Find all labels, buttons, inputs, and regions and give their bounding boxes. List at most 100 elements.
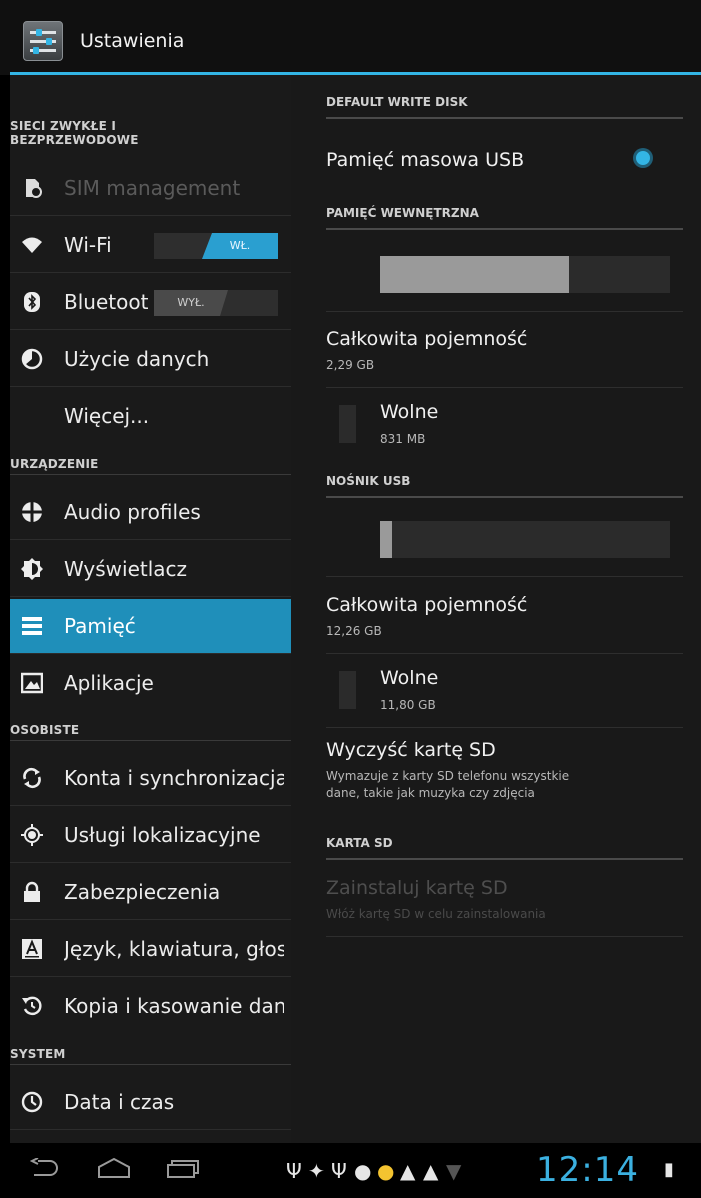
- internal-free-swatch: [339, 405, 356, 443]
- sidebar-item-label: Data i czas: [64, 1090, 175, 1114]
- sidebar-item-label: Więcej...: [64, 404, 150, 428]
- status-clock: 12:14: [536, 1150, 639, 1190]
- storage-details-pane: DEFAULT WRITE DISK Pamięć masowa USB PAM…: [291, 75, 701, 1143]
- sync-icon: [23, 767, 41, 789]
- data-usage-icon: [21, 348, 43, 370]
- settings-category-list: SIECI ZWYKŁE I BEZPRZEWODOWE SIM managem…: [10, 75, 291, 1143]
- usb-storage-usage-bar: [380, 521, 670, 558]
- erase-sd-card-desc-line2: dane, takie jak muzyka czy zdjęcia: [326, 786, 535, 800]
- clock-icon: [21, 1091, 43, 1113]
- usb-total-capacity-label[interactable]: Całkowita pojemność: [326, 594, 527, 616]
- android-debug-icon: ✦: [308, 1159, 325, 1183]
- action-bar: Ustawienia: [0, 0, 701, 75]
- sidebar-item-label: Wyświetlacz: [64, 557, 188, 581]
- sidebar-item-bluetooth[interactable]: Bluetooth WYŁ.: [10, 275, 291, 330]
- sidebar-item-label: Bluetooth: [64, 290, 148, 314]
- section-header-usb-storage: NOŚNIK USB: [326, 474, 683, 498]
- usb-storage-radio[interactable]: [636, 151, 650, 165]
- sidebar-item-label: Użycie danych: [64, 347, 210, 371]
- section-header-label: PAMIĘĆ WEWNĘTRZNA: [326, 206, 479, 220]
- bluetooth-icon: [24, 292, 40, 312]
- bluetooth-toggle[interactable]: WYŁ.: [154, 290, 278, 316]
- sidebar-item-accounts-sync[interactable]: Konta i synchronizacja: [10, 751, 291, 806]
- sidebar-item-label: Usługi lokalizacyjne: [64, 823, 261, 847]
- home-icon[interactable]: [96, 1157, 132, 1179]
- sidebar-item-label: Zabezpieczenia: [64, 880, 221, 904]
- sidebar-item-label: Kopia i kasowanie danych: [64, 994, 284, 1018]
- sidebar-item-label: Audio profiles: [64, 500, 201, 524]
- sidebar-item-data-usage[interactable]: Użycie danych: [10, 332, 291, 387]
- internal-free-label[interactable]: Wolne: [380, 401, 438, 423]
- section-header-default-write-disk: DEFAULT WRITE DISK: [326, 95, 683, 119]
- settings-app-icon[interactable]: [23, 21, 63, 61]
- storage-icon: [22, 617, 42, 635]
- usb-icon: Ψ: [286, 1159, 302, 1183]
- app-title: Ustawienia: [80, 30, 185, 52]
- audio-profiles-icon: [21, 501, 43, 523]
- section-header-label: SYSTEM: [10, 1047, 66, 1061]
- sidebar-item-wifi[interactable]: Wi-Fi WŁ.: [10, 218, 291, 273]
- apps-icon: [21, 672, 43, 694]
- wifi-signal-icon: ▼: [446, 1159, 462, 1183]
- sidebar-item-label: Język, klawiatura, głos: [64, 937, 284, 961]
- mount-sd-card-desc: Włóż kartę SD w celu zainstalowania: [326, 907, 546, 921]
- sidebar-item-label: SIM management: [64, 176, 241, 200]
- warning-icon: ▲: [423, 1159, 439, 1183]
- section-header-label: DEFAULT WRITE DISK: [326, 95, 468, 109]
- chat-icon: ●: [354, 1159, 372, 1183]
- sidebar-item-label: Pamięć: [64, 614, 136, 638]
- sync-warning-icon: ●: [377, 1159, 395, 1183]
- usb-storage-used-fill: [380, 521, 392, 558]
- usb-total-capacity-value: 12,26 GB: [326, 624, 382, 638]
- erase-sd-card-title[interactable]: Wyczyść kartę SD: [326, 739, 496, 761]
- battery-icon: ▮: [664, 1159, 674, 1180]
- sidebar-item-security[interactable]: Zabezpieczenia: [10, 865, 291, 920]
- section-header-label: KARTA SD: [326, 836, 393, 850]
- section-header-label: URZĄDZENIE: [10, 457, 99, 471]
- sidebar-item-audio-profiles[interactable]: Audio profiles: [10, 485, 291, 540]
- sim-icon: [26, 179, 42, 198]
- wifi-icon: [22, 237, 42, 253]
- display-icon: [21, 558, 43, 580]
- sidebar-item-language-input[interactable]: Język, klawiatura, głos: [10, 922, 291, 977]
- sidebar-item-label: Aplikacje: [64, 671, 154, 695]
- mount-sd-card-title: Zainstaluj kartę SD: [326, 877, 508, 899]
- sidebar-item-storage[interactable]: Pamięć: [10, 599, 291, 654]
- sidebar-item-label: Konta i synchronizacja: [64, 766, 284, 790]
- section-header-label: NOŚNIK USB: [326, 474, 411, 488]
- section-header-internal-storage: PAMIĘĆ WEWNĘTRZNA: [326, 206, 683, 230]
- internal-storage-used-fill: [380, 256, 569, 293]
- internal-free-value: 831 MB: [380, 432, 426, 446]
- wifi-toggle-state: WŁ.: [202, 233, 278, 259]
- sidebar-item-sim-management: SIM management: [10, 161, 291, 216]
- location-icon: [21, 824, 43, 846]
- language-icon: [22, 939, 42, 959]
- internal-total-capacity-label[interactable]: Całkowita pojemność: [326, 328, 527, 350]
- section-header-device: URZĄDZENIE: [10, 457, 291, 475]
- warning-icon: ▲: [400, 1159, 416, 1183]
- section-header-system: SYSTEM: [10, 1047, 291, 1065]
- backup-icon: [22, 996, 42, 1016]
- bluetooth-toggle-state: WYŁ.: [154, 290, 228, 316]
- back-icon[interactable]: [30, 1158, 60, 1180]
- sidebar-item-display[interactable]: Wyświetlacz: [10, 542, 291, 597]
- sidebar-item-more[interactable]: Więcej...: [10, 389, 291, 444]
- sidebar-item-location[interactable]: Usługi lokalizacyjne: [10, 808, 291, 863]
- sidebar-item-apps[interactable]: Aplikacje: [10, 656, 291, 711]
- internal-storage-usage-bar: [380, 256, 670, 293]
- section-header-sd-card: KARTA SD: [326, 836, 683, 860]
- sidebar-item-backup-reset[interactable]: Kopia i kasowanie danych: [10, 979, 291, 1034]
- usb-free-value: 11,80 GB: [380, 698, 436, 712]
- usb-storage-option-label[interactable]: Pamięć masowa USB: [326, 149, 524, 171]
- section-header-wireless: SIECI ZWYKŁE I BEZPRZEWODOWE: [10, 119, 139, 147]
- erase-sd-card-desc-line1: Wymazuje z karty SD telefonu wszystkie: [326, 769, 570, 783]
- sidebar-item-date-time[interactable]: Data i czas: [10, 1075, 291, 1130]
- internal-total-capacity-value: 2,29 GB: [326, 358, 375, 372]
- usb-icon: Ψ: [331, 1159, 347, 1183]
- section-header-label: OSOBISTE: [10, 723, 80, 737]
- usb-free-label[interactable]: Wolne: [380, 667, 438, 689]
- system-bar: Ψ ✦ Ψ ● ● ▲ ▲ ▼ 12:14 ▮: [0, 1143, 701, 1198]
- wifi-toggle[interactable]: WŁ.: [154, 233, 278, 259]
- recent-apps-icon[interactable]: [166, 1159, 200, 1179]
- sidebar-item-label: Wi-Fi: [64, 233, 112, 257]
